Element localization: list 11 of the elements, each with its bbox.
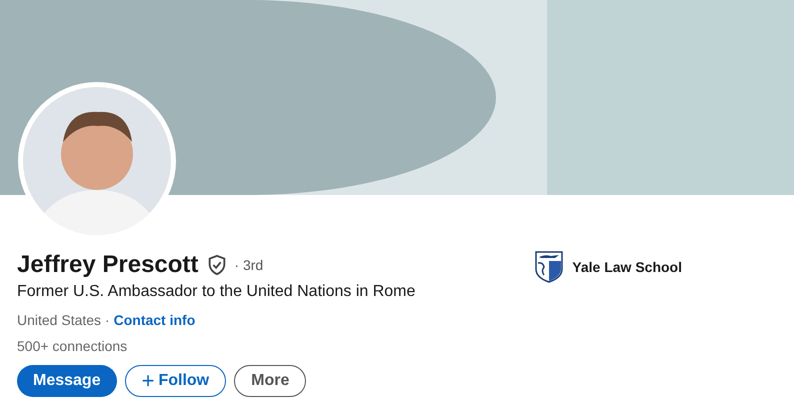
- contact-info-link[interactable]: Contact info: [114, 310, 196, 330]
- headline: Former U.S. Ambassador to the United Nations in Rome: [17, 282, 416, 302]
- school-name: Yale Law School: [572, 259, 682, 275]
- follow-button[interactable]: + Follow: [124, 365, 226, 397]
- connection-degree: · 3rd: [234, 257, 264, 273]
- more-button[interactable]: More: [234, 365, 306, 397]
- location: United States ·: [17, 311, 110, 330]
- shield-logo-icon: [535, 251, 564, 283]
- message-button[interactable]: Message: [17, 365, 117, 397]
- connections-count: 500+ connections: [17, 337, 128, 356]
- profile-name: Jeffrey Prescott: [17, 251, 198, 279]
